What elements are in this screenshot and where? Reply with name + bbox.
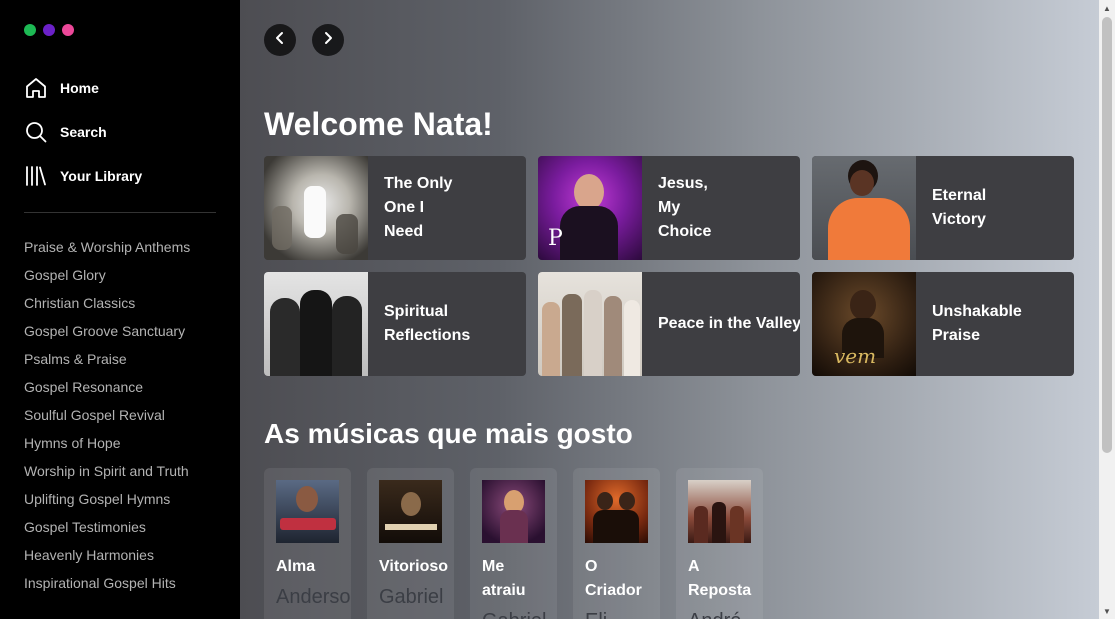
main-nav: Home Search Your Library	[24, 76, 142, 208]
album-cover	[812, 156, 916, 260]
playlist-item[interactable]: Gospel Testimonies	[24, 516, 190, 544]
nav-home[interactable]: Home	[24, 76, 142, 100]
quick-pick-title: Eternal Victory	[932, 187, 987, 228]
album-cover	[538, 272, 642, 376]
playlist-item[interactable]: Gospel Glory	[24, 264, 190, 292]
sidebar-divider	[24, 212, 216, 213]
album-cover: P	[538, 156, 642, 260]
song-cover	[276, 480, 339, 543]
song-artist: Gabriel	[379, 586, 444, 608]
back-button[interactable]	[264, 24, 296, 56]
song-title: Alma	[276, 558, 316, 575]
song-artist: André	[688, 609, 751, 619]
main-content: Welcome Nata! The Only One I Need P Jesu…	[240, 0, 1099, 619]
welcome-title: Welcome Nata!	[264, 106, 493, 142]
scrollbar-thumb[interactable]	[1102, 17, 1112, 453]
chevron-right-icon	[320, 30, 336, 51]
song-card[interactable]: O Criador Eli	[573, 468, 660, 619]
quick-pick-tile[interactable]: Spiritual Reflections	[264, 272, 526, 376]
nav-search[interactable]: Search	[24, 120, 142, 144]
song-artist: Anderson	[276, 586, 351, 608]
quick-pick-title: Jesus, My Choice	[658, 175, 712, 240]
album-cover	[264, 272, 368, 376]
scroll-up-icon[interactable]: ▲	[1099, 0, 1115, 16]
favorites-title: As músicas que mais gosto	[264, 418, 633, 449]
quick-picks-grid: The Only One I Need P Jesus, My Choice E…	[264, 156, 1074, 376]
nav-library[interactable]: Your Library	[24, 164, 142, 188]
song-title: O Criador	[585, 558, 642, 599]
playlist-item[interactable]: Gospel Groove Sanctuary	[24, 320, 190, 348]
playlist-list: Praise & Worship Anthems Gospel Glory Ch…	[24, 236, 190, 600]
playlist-item[interactable]: Uplifting Gospel Hymns	[24, 488, 190, 516]
window-dot-pink[interactable]	[62, 24, 74, 36]
playlist-item[interactable]: Inspirational Gospel Hits	[24, 572, 190, 600]
song-card[interactable]: Me atraiu Gabriel	[470, 468, 557, 619]
window-dots	[24, 24, 74, 36]
song-cover	[379, 480, 442, 543]
scroll-down-icon[interactable]: ▼	[1099, 603, 1115, 619]
chevron-left-icon	[272, 30, 288, 51]
quick-pick-tile[interactable]: Eternal Victory	[812, 156, 1074, 260]
search-icon	[24, 120, 48, 144]
playlist-item[interactable]: Worship in Spirit and Truth	[24, 460, 190, 488]
quick-pick-tile[interactable]: P Jesus, My Choice	[538, 156, 800, 260]
forward-button[interactable]	[312, 24, 344, 56]
home-icon	[24, 76, 48, 100]
quick-pick-title: Spiritual Reflections	[384, 303, 471, 344]
quick-pick-tile[interactable]: Peace in the Valley	[538, 272, 800, 376]
album-cover	[264, 156, 368, 260]
song-artist: Gabriel	[482, 609, 546, 619]
sidebar: Home Search Your Library Praise & Worshi…	[0, 0, 240, 619]
library-icon	[24, 164, 48, 188]
song-cover	[482, 480, 545, 543]
scrollbar[interactable]: ▲ ▼	[1099, 0, 1115, 619]
song-card[interactable]: Vitorioso Gabriel	[367, 468, 454, 619]
quick-pick-title: The Only One I Need	[384, 175, 453, 240]
quick-pick-tile[interactable]: vem Unshakable Praise	[812, 272, 1074, 376]
quick-pick-title: Peace in the Valley	[658, 315, 800, 332]
quick-pick-title: Unshakable Praise	[932, 303, 1022, 344]
song-artist: Eli	[585, 609, 648, 619]
playlist-item[interactable]: Praise & Worship Anthems	[24, 236, 190, 264]
album-cover: vem	[812, 272, 916, 376]
song-title: A Reposta	[688, 558, 752, 599]
window-dot-green[interactable]	[24, 24, 36, 36]
window-dot-purple[interactable]	[43, 24, 55, 36]
nav-search-label: Search	[60, 124, 107, 140]
song-cover	[688, 480, 751, 543]
playlist-item[interactable]: Psalms & Praise	[24, 348, 190, 376]
song-title: Me atraiu	[482, 558, 526, 599]
favorites-row: Alma Anderson Vitorioso Gabriel Me atrai…	[264, 468, 763, 619]
song-cover	[585, 480, 648, 543]
song-card[interactable]: Alma Anderson	[264, 468, 351, 619]
playlist-item[interactable]: Soulful Gospel Revival	[24, 404, 190, 432]
playlist-item[interactable]: Hymns of Hope	[24, 432, 190, 460]
nav-library-label: Your Library	[60, 168, 143, 184]
quick-pick-tile[interactable]: The Only One I Need	[264, 156, 526, 260]
song-title: Vitorioso	[379, 558, 449, 575]
playlist-item[interactable]: Heavenly Harmonies	[24, 544, 190, 572]
playlist-item[interactable]: Christian Classics	[24, 292, 190, 320]
playlist-item[interactable]: Gospel Resonance	[24, 376, 190, 404]
nav-home-label: Home	[60, 80, 99, 96]
song-card[interactable]: A Reposta André	[676, 468, 763, 619]
